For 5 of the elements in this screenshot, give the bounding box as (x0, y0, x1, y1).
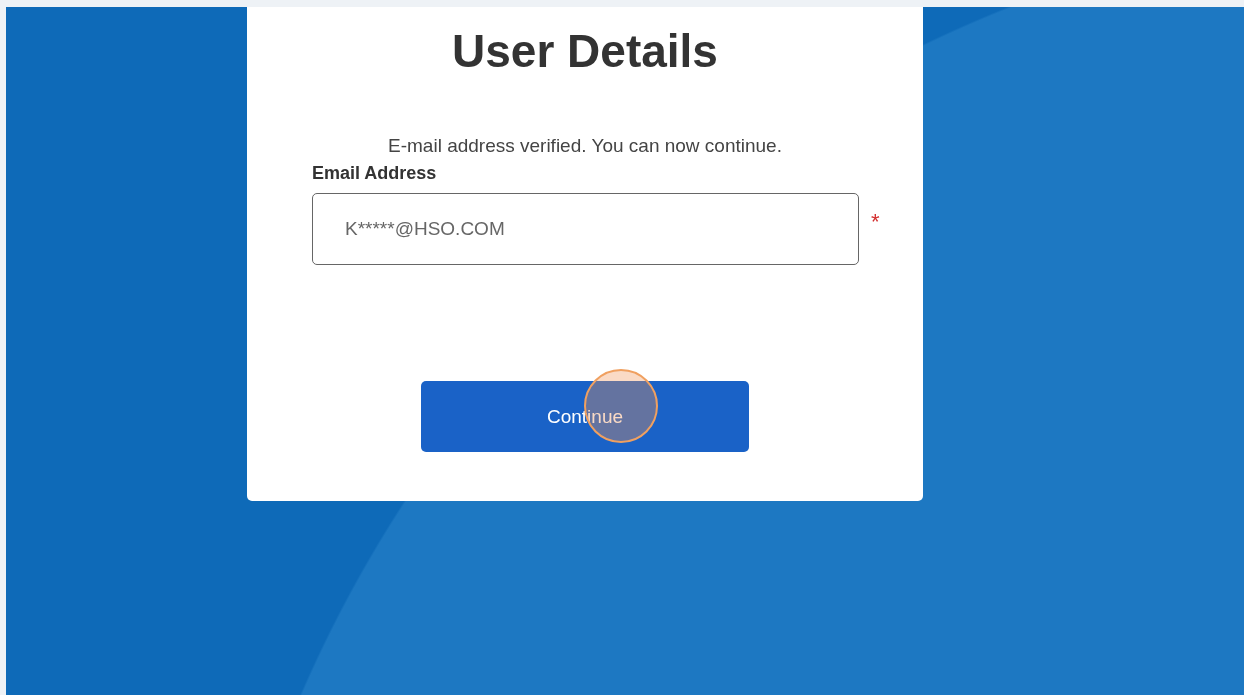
page-title: User Details (452, 24, 718, 79)
field-label: Email Address (312, 162, 437, 184)
required-mark: * (871, 211, 880, 233)
status-message: E-mail address verified. You can now continue. (388, 134, 782, 158)
email-field[interactable]: K*****@HSO.COM (312, 193, 859, 265)
